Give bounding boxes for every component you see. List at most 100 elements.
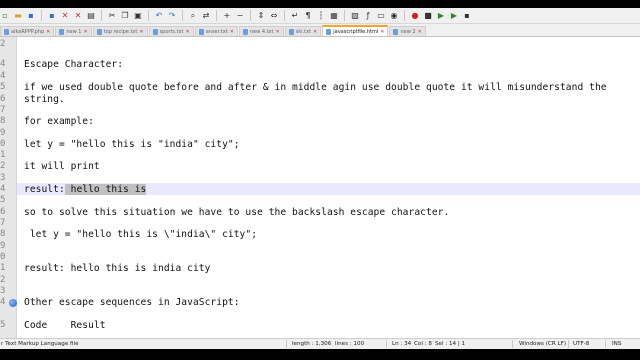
tab-2[interactable]: top recipe.txt ✕ [92,26,148,36]
tab-close-icon[interactable]: ✕ [275,29,279,35]
text-selection[interactable]: hello this is [64,184,147,195]
tab-label: anser.txt [205,28,228,35]
tab-6[interactable]: ski.txt ✕ [284,26,322,36]
undo-icon[interactable]: ↶ [154,11,164,21]
save-all-icon[interactable]: ▪ [47,11,57,21]
doc-map-icon[interactable]: ▧ [350,11,360,21]
tab-close-icon[interactable]: ✕ [139,29,143,35]
bookmark-icon[interactable] [9,299,17,307]
line-number[interactable]: 5 [0,195,14,205]
line-number[interactable]: 0 [0,252,14,262]
open-folder-icon[interactable]: ▬ [13,11,23,21]
tab-close-icon[interactable]: ✕ [46,29,50,35]
replace-icon[interactable]: ⇄ [201,11,211,21]
line-number[interactable]: 1 [0,150,14,160]
status-mode[interactable]: INS [612,341,621,347]
line-number[interactable]: 6 [0,207,14,217]
code-line[interactable]: if we used double quote before and after… [24,82,607,93]
line-number[interactable]: 0 [0,139,14,149]
line-number[interactable]: 2 [0,275,14,285]
line-number-gutter[interactable]: 244567890123456789012345 [0,37,17,338]
code-line[interactable]: let y = "hello this is \"india\" city"; [24,229,257,240]
line-number[interactable]: 8 [0,229,14,239]
close-all-icon[interactable]: ✕ [73,11,83,21]
line-number[interactable]: 4 [0,71,14,81]
code-line[interactable]: result: hello this is [24,184,147,195]
code-line[interactable]: it will print [24,161,100,172]
run-macro-multiple-icon[interactable]: ▶ [449,11,459,21]
tab-3[interactable]: sports.txt ✕ [148,26,194,36]
tab-close-icon[interactable]: ✕ [313,29,317,35]
status-encoding[interactable]: UTF-8 [573,341,589,347]
status-eol[interactable]: Windows (CR LF) [519,341,566,347]
code-line[interactable]: result: hello this is india city [24,263,210,274]
line-number[interactable]: 7 [0,218,14,228]
tab-close-icon[interactable]: ✕ [186,29,190,35]
folder-workspace-icon[interactable]: ▭ [376,11,386,21]
code-line[interactable]: Escape Character: [24,59,123,70]
tab-close-icon[interactable]: ✕ [83,29,87,35]
new-file-icon[interactable]: ▫ [0,11,10,21]
line-number[interactable]: 6 [0,94,14,104]
redo-icon[interactable]: ↷ [167,11,177,21]
line-number[interactable]: 2 [0,161,14,171]
code-line[interactable]: Other escape sequences in JavaScript: [24,297,240,308]
sync-vertical-icon[interactable]: ⇕ [256,11,266,21]
tab-8[interactable]: new 2 ✕ [389,26,426,36]
line-number[interactable]: 9 [0,241,14,251]
line-number[interactable]: 3 [0,286,14,296]
copy-icon[interactable]: ❐ [120,11,130,21]
tab-close-icon[interactable]: ✕ [380,29,384,35]
tab-1[interactable]: new 1 ✕ [55,26,92,36]
cut-icon[interactable]: ✂ [107,11,117,21]
code-line[interactable]: string. [24,94,65,105]
record-macro-icon[interactable]: ● [410,11,420,21]
show-all-chars-icon[interactable]: ¶ [303,11,313,21]
line-number[interactable]: 9 [0,128,14,138]
function-list-icon[interactable]: ƒ [363,11,373,21]
code-line[interactable]: so to solve this situation we have to us… [24,207,449,218]
sync-horizontal-icon[interactable]: ⇔ [269,11,279,21]
save-icon[interactable]: ▪ [26,11,36,21]
stop-record-icon[interactable]: ■ [423,11,433,21]
play-macro-icon[interactable]: ▶ [436,11,446,21]
zoom-in-icon[interactable]: + [222,11,232,21]
status-bar: r Text Markup Language file length : 1,3… [0,338,640,349]
line-number[interactable]: 5 [0,320,14,330]
line-number[interactable]: 3 [0,173,14,183]
line-number[interactable]: 8 [0,116,14,126]
line-number[interactable]: 5 [0,82,14,92]
tab-7[interactable]: javascriptfile.html ✕ [322,25,389,36]
udl-icon[interactable]: ▦ [329,11,339,21]
monitor-icon[interactable]: ◉ [389,11,399,21]
code-line[interactable]: let y = "hello this is "india" city"; [24,139,240,150]
editor-area[interactable]: 244567890123456789012345 Escape Characte… [0,37,640,338]
file-icon [393,28,399,35]
tab-0[interactable]: alkaRPPP.php ✕ [0,26,55,36]
toolbar-separator [148,10,149,21]
tab-close-icon[interactable]: ✕ [418,29,422,35]
paste-icon[interactable]: ▣ [133,11,143,21]
close-icon[interactable]: ✕ [60,11,70,21]
line-number[interactable]: 7 [0,105,14,115]
find-icon[interactable]: ⌕ [188,11,198,21]
line-number[interactable]: 1 [0,263,14,273]
word-wrap-icon[interactable]: ↵ [290,11,300,21]
tab-4[interactable]: anser.txt ✕ [194,26,238,36]
code-line[interactable]: Code Result [24,320,106,331]
zoom-out-icon[interactable]: − [235,11,245,21]
line-number[interactable]: 4 [0,59,14,69]
toolbar-separator [216,10,217,21]
line-number[interactable]: 4 [0,184,14,194]
tab-label: ski.txt [295,28,312,35]
code-line[interactable]: for example: [24,116,94,127]
tab-5[interactable]: new 4.txt ✕ [238,26,284,36]
print-icon[interactable]: ▤ [86,11,96,21]
indent-guide-icon[interactable]: ┆ [316,11,326,21]
file-icon [326,28,332,35]
tab-close-icon[interactable]: ✕ [230,29,234,35]
line-number[interactable]: 2 [0,39,14,49]
status-divider [568,340,569,348]
save-macro-icon[interactable]: ▪ [462,11,472,21]
file-icon [4,28,9,35]
